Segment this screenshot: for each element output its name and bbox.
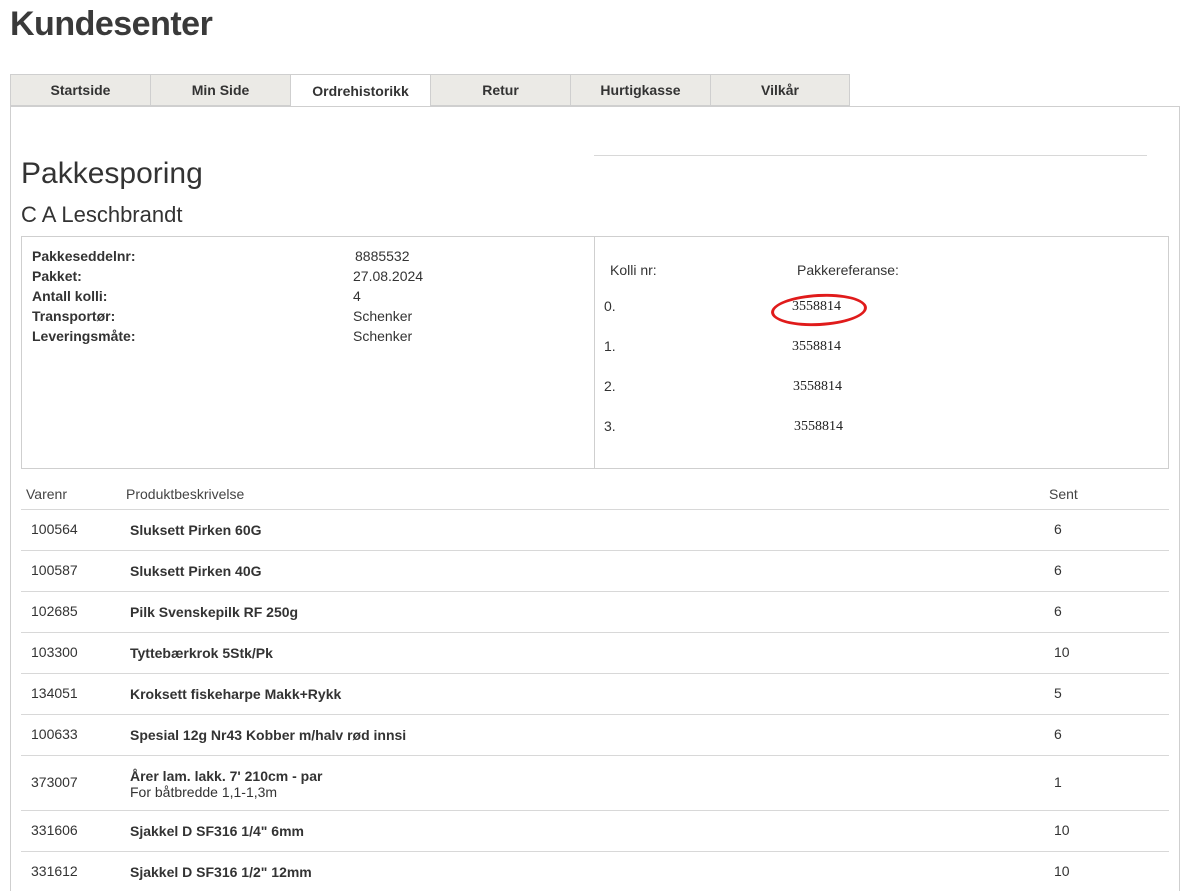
tab-min-side[interactable]: Min Side: [150, 74, 290, 106]
product-desc-cell: Sluksett Pirken 60G: [130, 522, 262, 538]
tab-retur[interactable]: Retur: [430, 74, 570, 106]
kolli-ref: 3558814: [794, 419, 843, 434]
kolli-nr-header: Kolli nr:: [610, 262, 657, 278]
info-value: Schenker: [353, 328, 413, 344]
content-panel: Pakkesporing C A Leschbrandt Pakkeseddel…: [10, 106, 1180, 891]
table-row: 100633 Spesial 12g Nr43 Kobber m/halv rø…: [21, 714, 1169, 755]
sent-cell: 6: [1054, 562, 1062, 578]
product-desc-cell: Sluksett Pirken 40G: [130, 563, 262, 579]
product-subdesc-cell: For båtbredde 1,1-1,3m: [130, 784, 278, 800]
shipment-details: Pakkeseddelnr: 8885532 Pakket: 27.08.202…: [22, 237, 595, 468]
main-tabs: Startside Min Side Ordrehistorikk Retur …: [10, 74, 850, 107]
varenr-cell: 331606: [31, 822, 78, 838]
product-desc-cell: Kroksett fiskeharpe Makk+Rykk: [130, 686, 342, 702]
kolli-divider: [594, 155, 1147, 156]
product-desc-cell: Sjakkel D SF316 1/2" 12mm: [130, 864, 312, 880]
section-title: Pakkesporing: [21, 157, 203, 190]
info-label: Transportør:: [32, 308, 116, 324]
table-row: 331606 Sjakkel D SF316 1/4" 6mm 10: [21, 810, 1169, 851]
info-value: Schenker: [353, 308, 413, 324]
sent-cell: 10: [1054, 822, 1070, 838]
pakkereferanse-header: Pakkereferanse:: [797, 262, 899, 278]
varenr-cell: 134051: [31, 685, 78, 701]
varenr-cell: 373007: [31, 774, 78, 790]
varenr-cell: 100587: [31, 562, 78, 578]
table-row: 373007 Årer lam. lakk. 7' 210cm - par Fo…: [21, 755, 1169, 810]
shipment-info-box: Pakkeseddelnr: 8885532 Pakket: 27.08.202…: [21, 236, 1169, 469]
sent-cell: 6: [1054, 603, 1062, 619]
varenr-header: Varenr: [26, 486, 67, 502]
kolli-nr: 0.: [604, 298, 616, 314]
sent-cell: 10: [1054, 644, 1070, 660]
tab-startside[interactable]: Startside: [10, 74, 150, 106]
info-label: Pakket:: [32, 268, 82, 284]
info-value: 4: [353, 288, 361, 304]
info-label: Leveringsmåte:: [32, 328, 136, 344]
table-row: 102685 Pilk Svenskepilk RF 250g 6: [21, 591, 1169, 632]
varenr-cell: 100633: [31, 726, 78, 742]
kolli-nr: 3.: [604, 418, 616, 434]
info-label: Pakkeseddelnr:: [32, 248, 136, 264]
table-row: 134051 Kroksett fiskeharpe Makk+Rykk 5: [21, 673, 1169, 714]
table-row: 331612 Sjakkel D SF316 1/2" 12mm 10: [21, 851, 1169, 891]
tab-vilkar[interactable]: Vilkår: [710, 74, 850, 106]
product-desc-cell: Årer lam. lakk. 7' 210cm - par: [130, 768, 323, 784]
kolli-nr: 1.: [604, 338, 616, 354]
kolli-ref: 3558814: [792, 339, 841, 354]
tab-hurtigkasse[interactable]: Hurtigkasse: [570, 74, 710, 106]
kolli-nr: 2.: [604, 378, 616, 394]
varenr-cell: 331612: [31, 863, 78, 879]
sent-cell: 6: [1054, 726, 1062, 742]
table-row: 100564 Sluksett Pirken 60G 6: [21, 509, 1169, 550]
sent-cell: 6: [1054, 521, 1062, 537]
sent-header: Sent: [1049, 486, 1078, 502]
varenr-cell: 103300: [31, 644, 78, 660]
tab-ordrehistorikk[interactable]: Ordrehistorikk: [290, 74, 430, 107]
sent-cell: 5: [1054, 685, 1062, 701]
product-desc-cell: Tyttebærkrok 5Stk/Pk: [130, 645, 273, 661]
product-desc-cell: Pilk Svenskepilk RF 250g: [130, 604, 299, 620]
produktbeskrivelse-header: Produktbeskrivelse: [126, 486, 245, 502]
products-table: 100564 Sluksett Pirken 60G 6 100587 Sluk…: [21, 509, 1169, 891]
kolli-ref: 3558814: [793, 379, 842, 394]
info-value: 8885532: [355, 248, 410, 264]
sent-cell: 10: [1054, 863, 1070, 879]
table-row: 103300 Tyttebærkrok 5Stk/Pk 10: [21, 632, 1169, 673]
varenr-cell: 100564: [31, 521, 78, 537]
varenr-cell: 102685: [31, 603, 78, 619]
product-desc-cell: Sjakkel D SF316 1/4" 6mm: [130, 823, 304, 839]
product-desc-cell: Spesial 12g Nr43 Kobber m/halv rød innsi: [130, 727, 407, 743]
table-row: 100587 Sluksett Pirken 40G 6: [21, 550, 1169, 591]
customer-name: C A Leschbrandt: [21, 202, 183, 227]
page-title: Kundesenter: [10, 5, 213, 43]
info-value: 27.08.2024: [353, 268, 424, 284]
sent-cell: 1: [1054, 774, 1062, 790]
info-label: Antall kolli:: [32, 288, 108, 304]
